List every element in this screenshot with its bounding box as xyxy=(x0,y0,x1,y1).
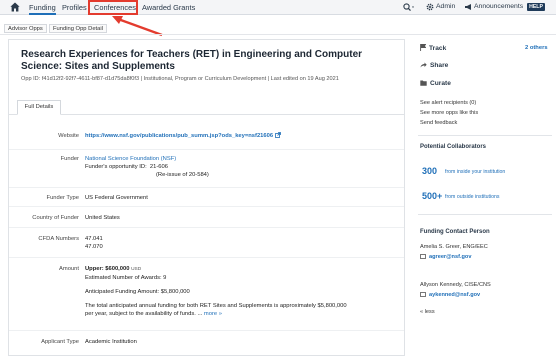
nav-tab-awarded-grants[interactable]: Awarded Grants xyxy=(142,3,195,12)
envelope-icon xyxy=(420,292,426,297)
funder-opp-id-label: Funder's opportunity ID: xyxy=(85,164,147,170)
top-nav: Funding Profiles Conferences Awarded Gra… xyxy=(0,0,556,15)
funder-type-label: Funder Type xyxy=(46,195,79,201)
estimated-awards: Estimated Number of Awards: 9 xyxy=(85,275,167,281)
website-value: https://www.nsf.gov/publications/pub_sum… xyxy=(85,132,281,140)
breadcrumb-advisor-opps[interactable]: Advisor Opps xyxy=(4,24,47,33)
outside-label[interactable]: from outside institutions xyxy=(445,194,500,200)
contact2-email[interactable]: aykenned@nsf.gov xyxy=(429,292,480,298)
country-value: United States xyxy=(85,215,120,221)
followers-link[interactable]: 2 others xyxy=(525,45,548,51)
help-button[interactable]: HELP xyxy=(527,3,545,11)
cfda-values: 47.041 47.070 xyxy=(85,235,103,251)
tab-bar: Full Details xyxy=(9,98,404,115)
contact2-email-row: aykenned@nsf.gov xyxy=(420,292,480,298)
track-button[interactable]: Track xyxy=(420,44,446,52)
external-link-icon xyxy=(274,132,281,138)
page-title: Research Experiences for Teachers (RET) … xyxy=(21,49,363,72)
conferences-highlight-box xyxy=(88,0,138,15)
inside-label[interactable]: from inside your institution xyxy=(445,169,505,175)
divider xyxy=(9,227,404,228)
website-label: Website xyxy=(58,133,79,139)
share-label: Share xyxy=(430,62,449,69)
divider xyxy=(9,206,404,207)
divider xyxy=(9,330,404,331)
amount-upper: Upper: $600,000 xyxy=(85,266,130,272)
applicant-type-value: Academic Institution xyxy=(85,339,137,345)
less-link[interactable]: « less xyxy=(420,309,435,315)
announcements-link[interactable]: Announcements xyxy=(474,3,523,10)
right-sidebar: Track 2 others Share Curate See alert re… xyxy=(412,39,556,356)
alert-recipients-link[interactable]: See alert recipients (0) xyxy=(420,100,476,106)
breadcrumb-funding-opp-detail[interactable]: Funding Opp Detail xyxy=(49,24,107,33)
divider xyxy=(418,135,552,136)
flag-icon xyxy=(420,44,427,51)
folder-icon xyxy=(420,80,427,86)
nav-tab-profiles[interactable]: Profiles xyxy=(62,3,87,12)
admin-link[interactable]: Admin xyxy=(436,3,455,10)
curate-button[interactable]: Curate xyxy=(420,80,451,87)
share-button[interactable]: Share xyxy=(420,62,448,69)
amount-value: Upper: $600,000 USD Estimated Number of … xyxy=(85,265,395,318)
more-link[interactable]: more » xyxy=(204,311,222,317)
amount-note-line1: The total anticipated annual funding for… xyxy=(85,303,347,309)
inside-count[interactable]: 300 xyxy=(422,166,437,176)
funder-opp-id-value: 21-606 xyxy=(149,164,168,170)
divider xyxy=(9,149,404,150)
divider xyxy=(418,214,552,215)
reissue-note: (Re-issue of 20-584) xyxy=(156,172,209,178)
amount-unit: USD xyxy=(131,267,142,272)
collaborators-heading: Potential Collaborators xyxy=(420,144,487,150)
curate-label: Curate xyxy=(430,80,451,87)
contact2-name: Allyson Kennedy, CISE/CNS xyxy=(420,282,491,288)
cfda-label: CFDA Numbers xyxy=(38,236,79,242)
nav-tab-funding[interactable]: Funding xyxy=(29,0,56,15)
amount-note-text: per year, subject to the availability of… xyxy=(85,311,203,317)
contact1-email-row: agreer@nsf.gov xyxy=(420,254,471,260)
breadcrumb: Advisor Opps Funding Opp Detail xyxy=(0,22,556,35)
funder-type-value: US Federal Government xyxy=(85,195,148,201)
funder-opp-id: Funder's opportunity ID: 21-606 xyxy=(85,163,209,171)
share-icon xyxy=(420,62,427,68)
funder-label: Funder xyxy=(60,156,79,162)
amount-note-line2: per year, subject to the availability of… xyxy=(85,310,395,318)
divider xyxy=(9,187,404,188)
anticipated-funding: Anticipated Funding Amount: $5,800,000 xyxy=(85,289,190,295)
contact1-email[interactable]: agreer@nsf.gov xyxy=(429,254,471,260)
funder-link[interactable]: National Science Foundation (NSF) xyxy=(85,155,209,163)
opportunity-card: Research Experiences for Teachers (RET) … xyxy=(8,39,405,356)
send-feedback-link[interactable]: Send feedback xyxy=(420,120,457,126)
home-icon[interactable] xyxy=(10,2,20,12)
envelope-icon xyxy=(420,254,426,259)
contact1-name: Amelia S. Greer, ENG/EEC xyxy=(420,244,488,250)
contact-heading: Funding Contact Person xyxy=(420,229,490,235)
amount-label: Amount xyxy=(59,266,79,272)
track-label: Track xyxy=(429,45,447,52)
divider xyxy=(9,257,404,258)
applicant-type-label: Applicant Type xyxy=(41,339,79,345)
gear-icon xyxy=(426,3,434,11)
cfda-number: 47.070 xyxy=(85,244,103,250)
tab-full-details[interactable]: Full Details xyxy=(17,100,61,115)
outside-count[interactable]: 500+ xyxy=(422,191,442,201)
search-icon[interactable] xyxy=(403,3,415,12)
funder-value: National Science Foundation (NSF) Funder… xyxy=(85,155,209,179)
website-link[interactable]: https://www.nsf.gov/publications/pub_sum… xyxy=(85,133,273,139)
opp-meta: Opp ID: f41d12f2-92f7-4611-bf87-d1d75da8… xyxy=(21,76,339,82)
cfda-number: 47.041 xyxy=(85,236,103,242)
more-opps-link[interactable]: See more opps like this xyxy=(420,110,478,116)
country-label: Country of Funder xyxy=(32,215,79,221)
megaphone-icon xyxy=(465,4,471,10)
